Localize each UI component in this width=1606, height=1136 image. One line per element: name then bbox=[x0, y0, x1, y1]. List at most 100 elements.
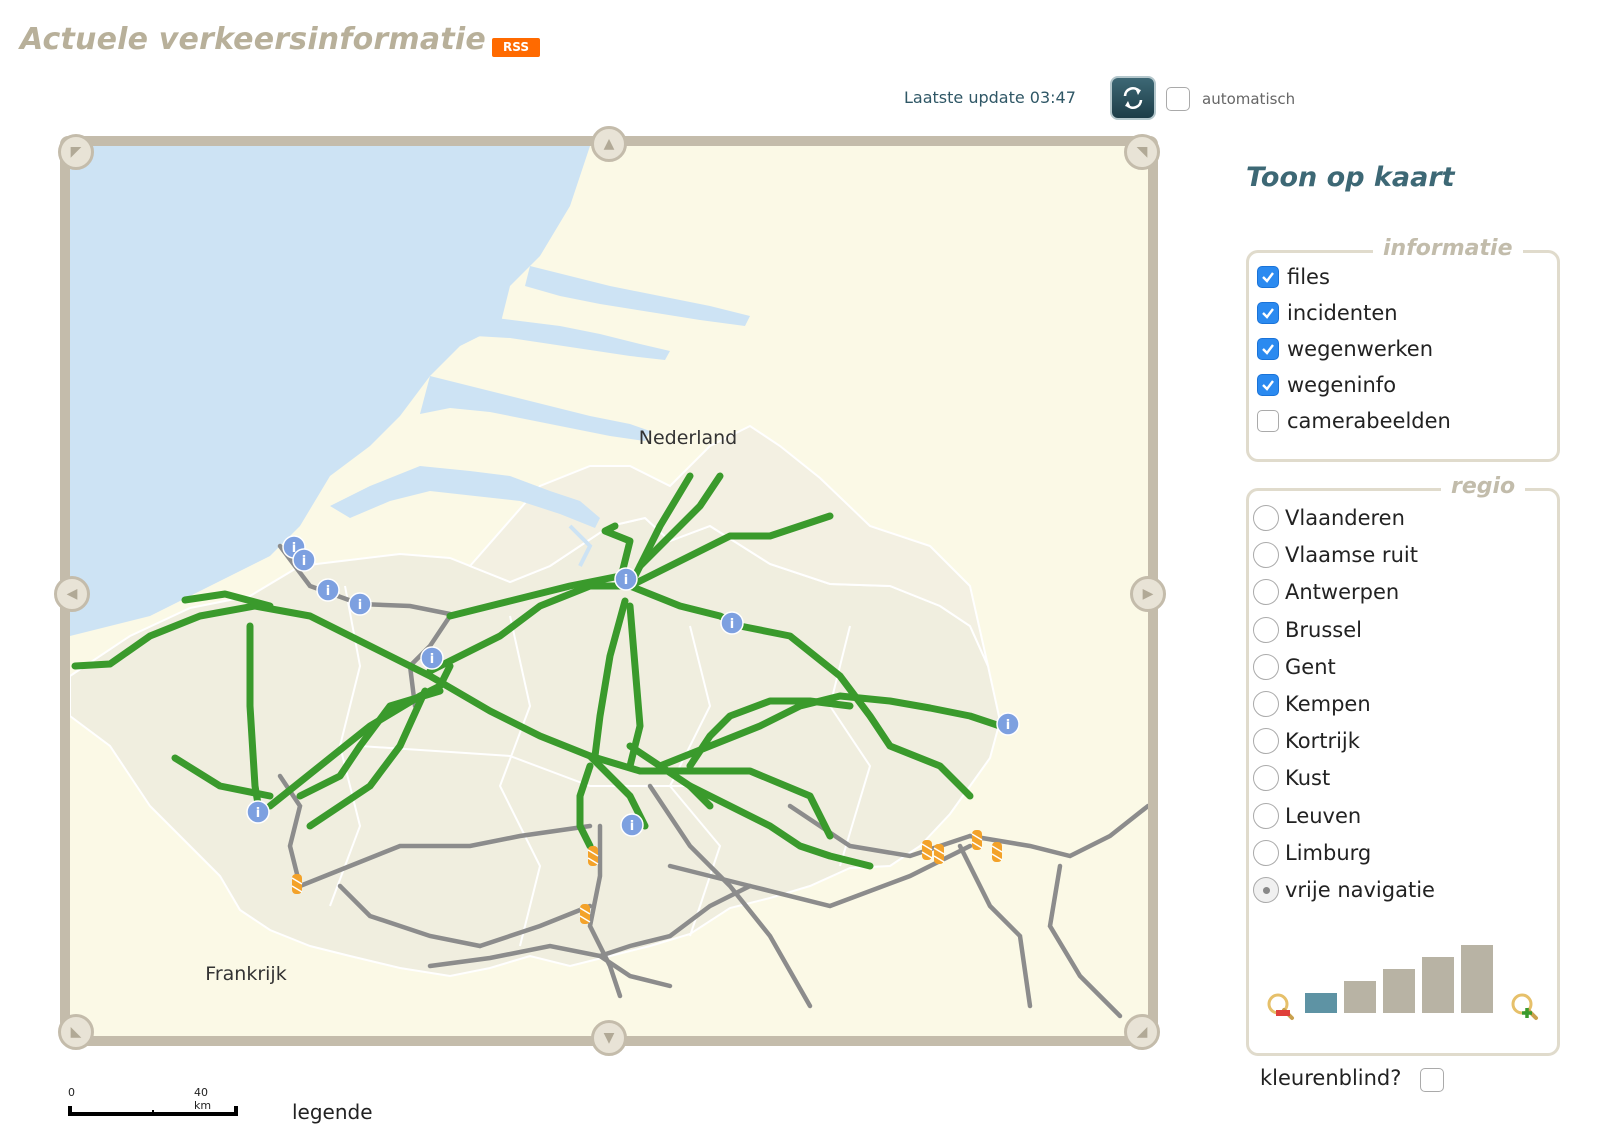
svg-text:i: i bbox=[624, 573, 628, 588]
svg-text:i: i bbox=[430, 652, 434, 667]
regio-option-label: Kempen bbox=[1285, 692, 1371, 716]
regio-option[interactable]: Limburg bbox=[1253, 839, 1371, 866]
zoom-in-icon bbox=[1511, 993, 1538, 1020]
regio-option[interactable]: Vlaamse ruit bbox=[1253, 542, 1418, 569]
regio-option[interactable]: vrije navigatie bbox=[1253, 877, 1435, 903]
pan-southwest-button[interactable]: ◣ bbox=[58, 1014, 94, 1050]
refresh-button[interactable] bbox=[1110, 76, 1156, 120]
pan-east-button[interactable]: ▶ bbox=[1130, 576, 1166, 612]
info-option-checkbox[interactable] bbox=[1257, 374, 1279, 396]
info-marker[interactable]: i bbox=[316, 578, 340, 602]
regio-option-label: Brussel bbox=[1285, 617, 1362, 642]
info-marker[interactable]: i bbox=[292, 548, 316, 572]
rss-badge[interactable]: RSS bbox=[492, 38, 540, 57]
zoom-out-button[interactable] bbox=[1265, 991, 1295, 1021]
label-frankrijk: Frankrijk bbox=[205, 963, 286, 985]
regio-option-radio[interactable] bbox=[1253, 802, 1279, 829]
pan-southeast-button[interactable]: ◢ bbox=[1124, 1014, 1160, 1050]
svg-text:i: i bbox=[1006, 718, 1010, 733]
scale-start-label: 0 bbox=[68, 1086, 75, 1099]
legend-link[interactable]: legende bbox=[292, 1100, 373, 1124]
info-option[interactable]: wegenwerken bbox=[1257, 337, 1433, 361]
colorblind-label: kleurenblind? bbox=[1260, 1066, 1402, 1090]
regio-option-radio[interactable] bbox=[1253, 579, 1279, 606]
colorblind-checkbox[interactable] bbox=[1420, 1068, 1444, 1092]
auto-refresh-label: automatisch bbox=[1202, 90, 1296, 108]
roadworks-marker[interactable] bbox=[291, 874, 303, 894]
zoom-level-bar[interactable] bbox=[1383, 969, 1415, 1013]
regio-option[interactable]: Kortrijk bbox=[1253, 728, 1360, 755]
roadworks-marker[interactable] bbox=[587, 846, 599, 866]
zoom-level-bars[interactable] bbox=[1305, 943, 1501, 1013]
label-nederland: Nederland bbox=[639, 427, 738, 449]
auto-refresh-checkbox[interactable] bbox=[1166, 87, 1190, 111]
roadworks-marker[interactable] bbox=[579, 904, 591, 924]
regio-option-label: Kortrijk bbox=[1285, 729, 1360, 754]
roadworks-marker[interactable] bbox=[991, 842, 1003, 862]
pan-west-button[interactable]: ◀ bbox=[54, 576, 90, 612]
info-marker[interactable]: i bbox=[348, 592, 372, 616]
roadworks-marker[interactable] bbox=[933, 844, 945, 864]
info-option[interactable]: incidenten bbox=[1257, 301, 1398, 325]
zoom-level-bar[interactable] bbox=[1461, 945, 1493, 1013]
info-option-label: incidenten bbox=[1287, 301, 1398, 325]
regio-option-radio[interactable] bbox=[1253, 691, 1279, 717]
info-marker[interactable]: i bbox=[720, 611, 744, 635]
zoom-level-bar[interactable] bbox=[1344, 981, 1376, 1013]
info-legend: informatie bbox=[1373, 236, 1523, 261]
traffic-map[interactable]: i i i i i i i i i i Nederland Frankrijk bbox=[70, 146, 1148, 1036]
info-option-checkbox[interactable] bbox=[1257, 338, 1279, 360]
checkmark-icon bbox=[1262, 380, 1274, 391]
pan-south-button[interactable]: ▼ bbox=[591, 1020, 627, 1056]
haringvliet bbox=[525, 266, 750, 326]
regio-option[interactable]: Kempen bbox=[1253, 691, 1371, 717]
regio-legend: regio bbox=[1441, 474, 1526, 499]
info-marker[interactable]: i bbox=[246, 800, 270, 824]
regio-option[interactable]: Brussel bbox=[1253, 616, 1362, 643]
info-option-checkbox[interactable] bbox=[1257, 302, 1279, 324]
regio-option-radio[interactable] bbox=[1253, 839, 1279, 866]
regio-option-label: Kust bbox=[1285, 766, 1331, 791]
info-option[interactable]: camerabeelden bbox=[1257, 409, 1451, 433]
info-fieldset: informatie files incidenten wegenwerken weg… bbox=[1246, 236, 1560, 462]
regio-option-radio[interactable] bbox=[1253, 505, 1279, 531]
pan-northeast-button[interactable]: ◥ bbox=[1124, 134, 1160, 170]
regio-option[interactable]: Kust bbox=[1253, 765, 1331, 792]
svg-text:i: i bbox=[630, 819, 634, 834]
regio-option-radio[interactable] bbox=[1253, 765, 1279, 792]
info-option[interactable]: files bbox=[1257, 265, 1330, 289]
radio-dot bbox=[1262, 886, 1270, 894]
roadworks-marker[interactable] bbox=[921, 840, 933, 860]
regio-option-label: Vlaanderen bbox=[1285, 506, 1405, 530]
regio-option-label: Gent bbox=[1285, 654, 1336, 679]
regio-option-radio[interactable] bbox=[1253, 542, 1279, 569]
regio-option-radio[interactable] bbox=[1253, 653, 1279, 680]
roadworks-marker[interactable] bbox=[971, 830, 983, 850]
pan-north-button[interactable]: ▲ bbox=[591, 126, 627, 162]
belgium-land bbox=[70, 516, 1002, 978]
zoom-in-button[interactable] bbox=[1509, 991, 1539, 1021]
info-marker[interactable]: i bbox=[614, 567, 638, 591]
svg-text:i: i bbox=[730, 617, 734, 632]
regio-option[interactable]: Gent bbox=[1253, 653, 1336, 680]
info-option-checkbox[interactable] bbox=[1257, 266, 1279, 288]
regio-option[interactable]: Antwerpen bbox=[1253, 579, 1399, 606]
info-option-label: wegenwerken bbox=[1287, 337, 1434, 361]
regio-option[interactable]: Leuven bbox=[1253, 802, 1362, 829]
oosterschelde bbox=[420, 376, 650, 441]
zoom-level-bar[interactable] bbox=[1305, 993, 1337, 1013]
info-option[interactable]: wegeninfo bbox=[1257, 373, 1396, 397]
regio-option-radio[interactable] bbox=[1253, 616, 1279, 643]
regio-option-label: Leuven bbox=[1285, 803, 1362, 828]
regio-option-label: Vlaamse ruit bbox=[1285, 543, 1418, 568]
info-marker[interactable]: i bbox=[620, 813, 644, 837]
regio-option[interactable]: Vlaanderen bbox=[1253, 505, 1405, 531]
regio-option-radio[interactable] bbox=[1253, 877, 1279, 903]
regio-option-radio[interactable] bbox=[1253, 728, 1279, 755]
info-marker[interactable]: i bbox=[420, 646, 444, 670]
info-marker[interactable]: i bbox=[996, 712, 1020, 736]
pan-northwest-button[interactable]: ◤ bbox=[58, 134, 94, 170]
zoom-level-bar[interactable] bbox=[1422, 957, 1454, 1013]
info-option-checkbox[interactable] bbox=[1257, 410, 1279, 432]
panel-title: Toon op kaart bbox=[1246, 162, 1455, 193]
